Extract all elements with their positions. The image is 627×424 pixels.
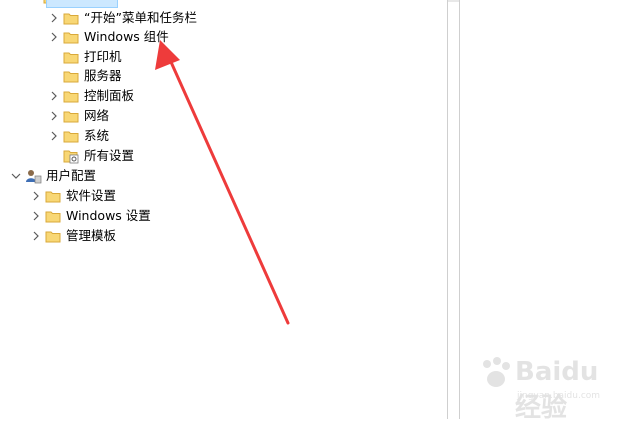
chevron-right-icon[interactable] (46, 8, 62, 28)
tree-item-admin-templates[interactable]: 管理模板 (28, 226, 116, 246)
tree-item-label: “开始”菜单和任务栏 (84, 10, 197, 25)
tree-pane[interactable]: “开始”菜单和任务栏 Windows 组件 打印机 服务器 控制面板 网络 系统… (0, 0, 447, 419)
tree-item-label: 管理模板 (66, 228, 117, 243)
folder-icon (44, 228, 62, 244)
folder-icon (62, 108, 80, 124)
chevron-right-icon[interactable] (46, 106, 62, 126)
chevron-right-icon[interactable] (28, 186, 44, 206)
folder-icon (62, 29, 80, 45)
tree-item-label: 服务器 (84, 68, 122, 83)
user-configuration-icon (24, 168, 42, 184)
chevron-right-icon[interactable] (46, 86, 62, 106)
tree-item-label: 软件设置 (66, 188, 117, 203)
chevron-right-icon[interactable] (28, 226, 44, 246)
tree-item-start-menu[interactable]: “开始”菜单和任务栏 (46, 8, 197, 28)
folder-icon (62, 10, 80, 26)
tree-item-user-configuration[interactable]: 用户配置 (8, 166, 96, 186)
selected-item-highlight[interactable] (46, 0, 118, 8)
tree-item-label: 所有设置 (84, 148, 135, 163)
tree-item-label: 系统 (84, 128, 110, 143)
tree-item-printers[interactable]: 打印机 (46, 47, 122, 67)
folder-icon (62, 68, 80, 84)
tree-item-label: Windows 组件 (84, 29, 169, 44)
tree-item-server[interactable]: 服务器 (46, 66, 122, 86)
tree-item-label: 控制面板 (84, 88, 135, 103)
tree-item-software-settings[interactable]: 软件设置 (28, 186, 116, 206)
tree-item-label: 网络 (84, 108, 110, 123)
chevron-down-icon[interactable] (8, 166, 24, 186)
chevron-right-icon[interactable] (28, 206, 44, 226)
watermark: Baidu经验 jingyan.baidu.com (477, 351, 617, 423)
all-settings-icon (62, 148, 80, 164)
pane-splitter[interactable] (447, 0, 448, 419)
folder-icon (44, 208, 62, 224)
tree-item-system[interactable]: 系统 (46, 126, 109, 146)
tree-item-label: 用户配置 (46, 168, 97, 183)
folder-icon (62, 49, 80, 65)
tree-item-label: 打印机 (84, 49, 122, 64)
tree-item-control-panel[interactable]: 控制面板 (46, 86, 134, 106)
chevron-right-icon[interactable] (46, 27, 62, 47)
tree-item-all-settings[interactable]: 所有设置 (46, 146, 134, 166)
folder-icon (44, 188, 62, 204)
tree-item-network[interactable]: 网络 (46, 106, 109, 126)
tree-item-windows-settings[interactable]: Windows 设置 (28, 206, 151, 226)
paw-logo-icon (483, 357, 510, 387)
tree-item-label: Windows 设置 (66, 208, 151, 223)
tree-item-windows-components[interactable]: Windows 组件 (46, 27, 169, 47)
chevron-right-icon[interactable] (46, 126, 62, 146)
folder-icon (62, 128, 80, 144)
folder-icon (62, 88, 80, 104)
watermark-url: jingyan.baidu.com (517, 391, 601, 401)
